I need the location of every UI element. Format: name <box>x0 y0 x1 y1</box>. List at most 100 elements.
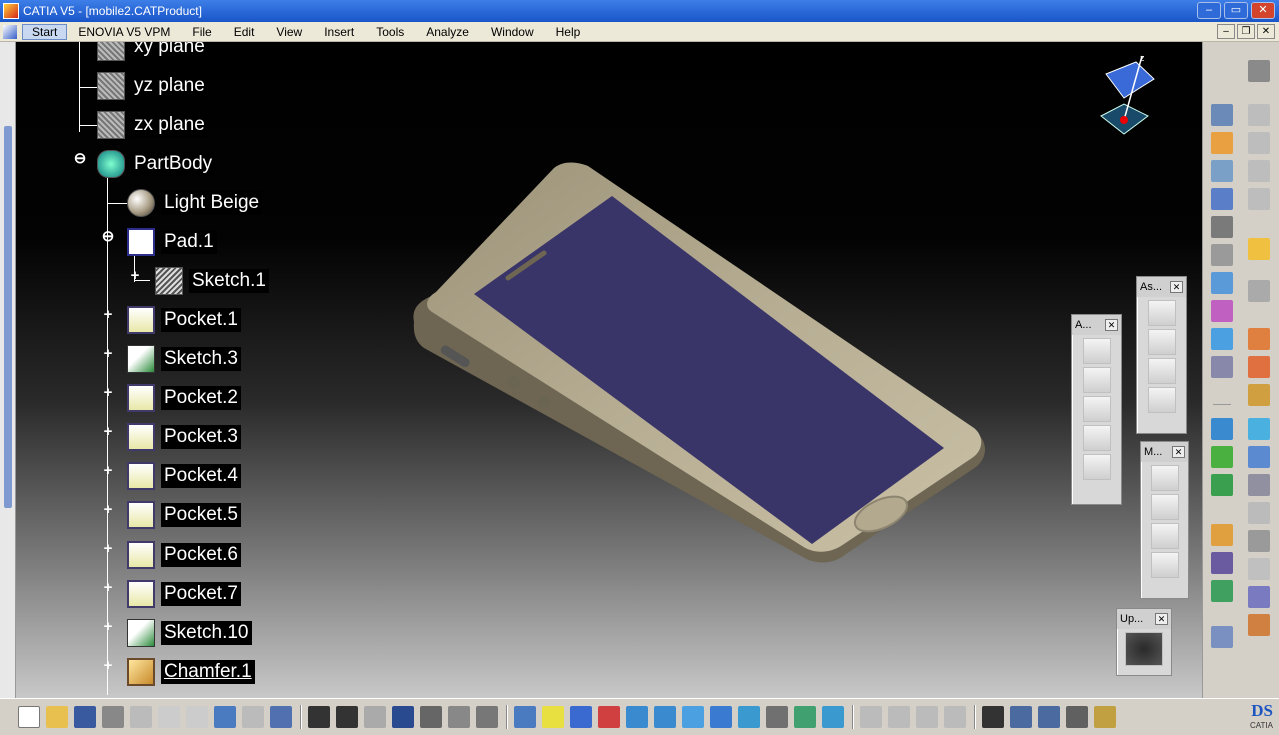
measure-icon[interactable] <box>1038 706 1060 728</box>
expand-icon[interactable]: + <box>128 268 142 283</box>
annotations-toolbar[interactable]: A... ✕ <box>1071 314 1122 505</box>
refresh-icon[interactable] <box>1211 474 1233 496</box>
scene-icon[interactable] <box>1211 524 1233 546</box>
measure-inertia-icon[interactable] <box>1150 523 1179 549</box>
help-icon[interactable] <box>270 706 292 728</box>
eraser-icon[interactable] <box>1211 626 1233 648</box>
part-icon[interactable] <box>1248 132 1270 154</box>
zoom-out-icon[interactable] <box>654 706 676 728</box>
link-icon[interactable] <box>1248 502 1270 524</box>
product-structure-icon[interactable] <box>476 706 498 728</box>
pan-icon[interactable] <box>570 706 592 728</box>
print-icon[interactable] <box>102 706 124 728</box>
minimize-button[interactable]: – <box>1197 2 1221 19</box>
menu-enovia[interactable]: ENOVIA V5 VPM <box>67 25 181 39</box>
capture-camera-icon[interactable] <box>982 706 1004 728</box>
new-component-icon[interactable] <box>1147 300 1176 326</box>
arrow-icon[interactable] <box>1211 418 1233 440</box>
assembly-constraints-toolbar[interactable]: As... ✕ <box>1136 276 1187 434</box>
tree-node-chamfer-1[interactable]: Chamfer.1 <box>127 658 255 686</box>
section-icon[interactable] <box>1211 356 1233 378</box>
measure-between-icon[interactable] <box>1150 465 1179 491</box>
arrow-green-icon[interactable] <box>1211 446 1233 468</box>
tree-node-sketch-1[interactable]: Sketch.1 <box>155 267 269 295</box>
tree-node-light-beige[interactable]: Light Beige <box>127 189 263 217</box>
gear-icon[interactable] <box>1248 60 1270 82</box>
part-icon[interactable] <box>1248 104 1270 126</box>
manipulate-icon[interactable] <box>944 706 966 728</box>
menu-tools[interactable]: Tools <box>365 25 415 39</box>
swap-visible-icon[interactable] <box>822 706 844 728</box>
edit-icon[interactable] <box>1248 446 1270 468</box>
material-icon[interactable] <box>1211 580 1233 602</box>
comment-icon[interactable] <box>336 706 358 728</box>
apply-material-icon[interactable] <box>1010 706 1032 728</box>
snap-gear-icon[interactable] <box>1248 328 1270 350</box>
product-tree-icon[interactable] <box>1147 358 1176 384</box>
tree-node-sketch-3[interactable]: Sketch.3 <box>127 345 241 373</box>
expand-icon[interactable]: + <box>101 619 115 634</box>
probe-icon[interactable] <box>364 706 386 728</box>
tree-node-pocket-4[interactable]: Pocket.4 <box>127 462 241 490</box>
tree-node-yz-plane[interactable]: yz plane <box>97 72 208 100</box>
replace-component-icon[interactable] <box>1147 387 1176 413</box>
tree-icon[interactable] <box>420 706 442 728</box>
tree-node-pocket-7[interactable]: Pocket.7 <box>127 580 241 608</box>
close-button[interactable]: ✕ <box>1251 2 1275 19</box>
undo-icon[interactable] <box>214 706 236 728</box>
close-icon[interactable]: ✕ <box>1170 281 1183 293</box>
snap-icon[interactable] <box>1150 552 1179 578</box>
text-icon[interactable] <box>1248 530 1270 552</box>
expand-icon[interactable]: + <box>101 385 115 400</box>
fit-all-icon[interactable] <box>542 706 564 728</box>
3d-viewport[interactable]: xy plane yz plane zx plane ⊖ PartBody Li… <box>16 42 1202 698</box>
shading-icon[interactable] <box>766 706 788 728</box>
expand-icon[interactable]: + <box>101 346 115 361</box>
constraint-tool-icon[interactable] <box>888 706 910 728</box>
redo-icon[interactable] <box>242 706 264 728</box>
plane-tool-icon[interactable] <box>1211 188 1233 210</box>
cut-icon[interactable] <box>130 706 152 728</box>
paste-icon[interactable] <box>186 706 208 728</box>
existing-component-icon[interactable] <box>1147 329 1176 355</box>
iso-view-icon[interactable] <box>738 706 760 728</box>
table-icon[interactable] <box>1248 586 1270 608</box>
tree-node-zx-plane[interactable]: zx plane <box>97 111 208 139</box>
clip-icon[interactable] <box>1211 244 1233 266</box>
expand-icon[interactable]: + <box>101 463 115 478</box>
cylinder-icon[interactable] <box>1094 706 1116 728</box>
hole-icon[interactable] <box>1248 384 1270 406</box>
text-annotation-icon[interactable] <box>1082 367 1111 393</box>
multi-view-icon[interactable] <box>710 706 732 728</box>
save-icon[interactable] <box>74 706 96 728</box>
close-icon[interactable]: ✕ <box>1105 319 1118 331</box>
catalog-icon[interactable] <box>1248 558 1270 580</box>
scrollbar-thumb[interactable] <box>4 126 12 508</box>
expand-icon[interactable]: + <box>101 541 115 556</box>
open-folder-icon[interactable] <box>46 706 68 728</box>
measure-toolbar[interactable]: M... ✕ <box>1140 441 1189 599</box>
tree-node-pocket-6[interactable]: Pocket.6 <box>127 541 241 569</box>
compass-icon[interactable]: z <box>1096 54 1156 144</box>
expand-icon[interactable]: + <box>101 580 115 595</box>
analysis-icon[interactable] <box>1248 614 1270 636</box>
menu-insert[interactable]: Insert <box>313 25 365 39</box>
tree-node-pocket-2[interactable]: Pocket.2 <box>127 384 241 412</box>
expand-icon[interactable]: + <box>101 658 115 673</box>
tree-node-pad-1[interactable]: Pad.1 <box>127 228 217 256</box>
tree-node-pocket-5[interactable]: Pocket.5 <box>127 501 241 529</box>
close-icon[interactable]: ✕ <box>1155 613 1168 625</box>
update-all-icon[interactable] <box>1125 632 1163 666</box>
menu-window[interactable]: Window <box>480 25 545 39</box>
doc-minimize-button[interactable]: – <box>1217 24 1235 39</box>
part-icon[interactable] <box>1248 160 1270 182</box>
part-icon[interactable] <box>1248 188 1270 210</box>
tree-scrollbar[interactable] <box>0 42 16 698</box>
expand-icon[interactable]: + <box>101 502 115 517</box>
component-icon[interactable] <box>1211 104 1233 126</box>
copy-icon[interactable] <box>158 706 180 728</box>
formula-icon[interactable] <box>308 706 330 728</box>
explode-icon[interactable] <box>1211 272 1233 294</box>
measure-item-icon[interactable] <box>1150 494 1179 520</box>
view-3d-icon[interactable] <box>1082 454 1111 480</box>
